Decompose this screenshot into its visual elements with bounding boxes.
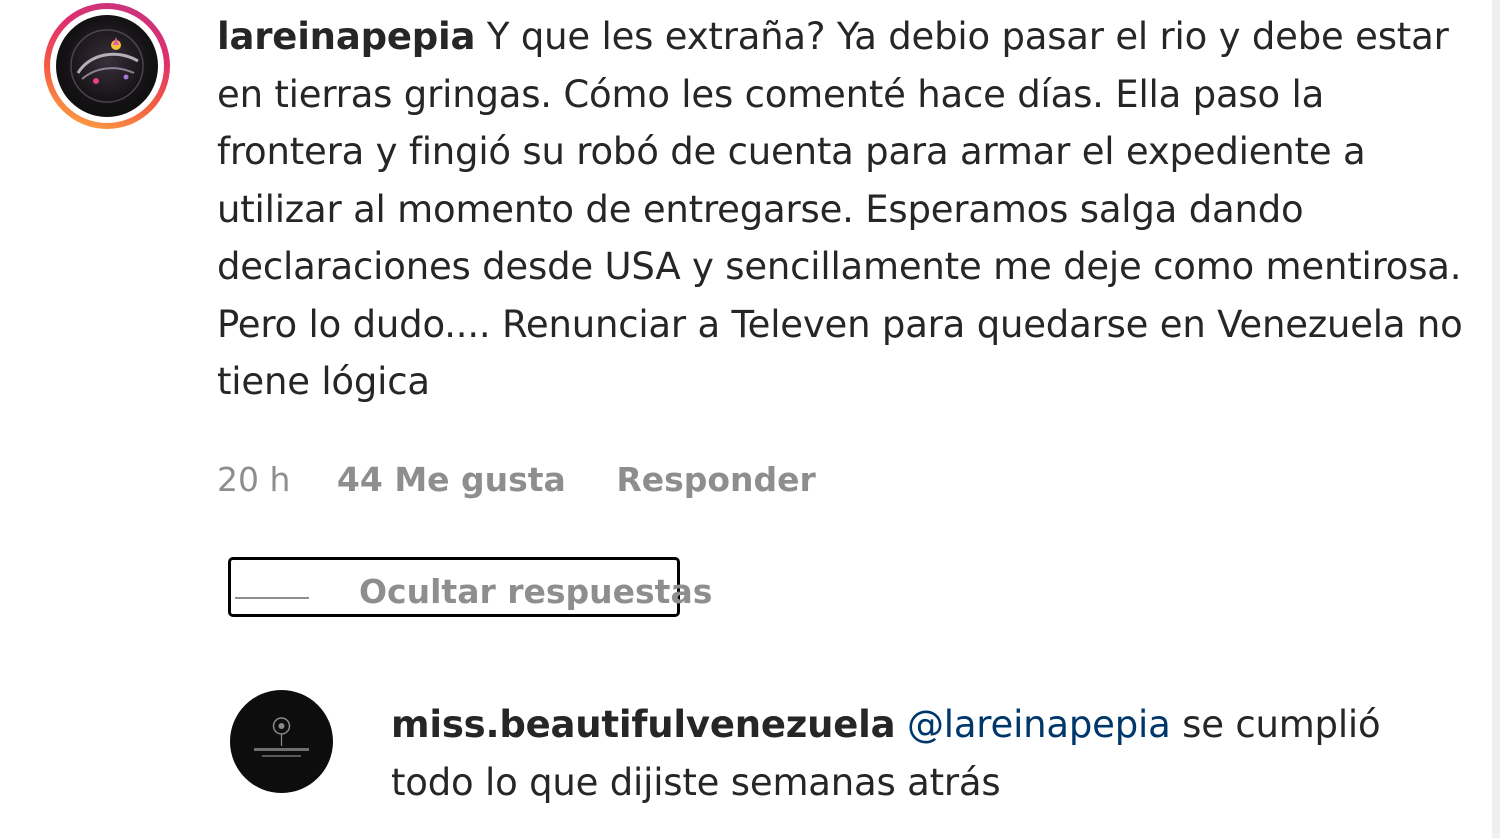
comment-body: lareinapepia Y que les extraña? Ya debio… [217, 8, 1477, 411]
reply-avatar[interactable] [230, 690, 333, 793]
reply-mention[interactable]: @lareinapepia [907, 703, 1171, 746]
hide-replies-label: Ocultar respuestas [359, 572, 713, 611]
reply-body: miss.beautifulvenezuela @lareinapepia se… [391, 696, 1471, 811]
scroll-edge [1492, 0, 1500, 838]
story-ring[interactable] [44, 3, 170, 129]
comment-time[interactable]: 20 h [217, 460, 290, 499]
avatar-border [50, 9, 164, 123]
reply-username[interactable]: miss.beautifulvenezuela [391, 703, 896, 746]
reply-avatar-logo-icon [254, 717, 309, 757]
avatar[interactable] [56, 15, 158, 117]
comment-text: Y que les extraña? Ya debio pasar el rio… [217, 15, 1463, 403]
avatar-logo-icon [70, 29, 144, 103]
comment-likes[interactable]: 44 Me gusta [337, 460, 566, 499]
comment-meta: 20 h 44 Me gusta Responder [217, 460, 816, 499]
hide-replies-button[interactable]: Ocultar respuestas [228, 557, 712, 617]
comment-username[interactable]: lareinapepia [217, 15, 476, 58]
reply-button[interactable]: Responder [616, 460, 816, 499]
hide-replies-line [235, 597, 309, 599]
